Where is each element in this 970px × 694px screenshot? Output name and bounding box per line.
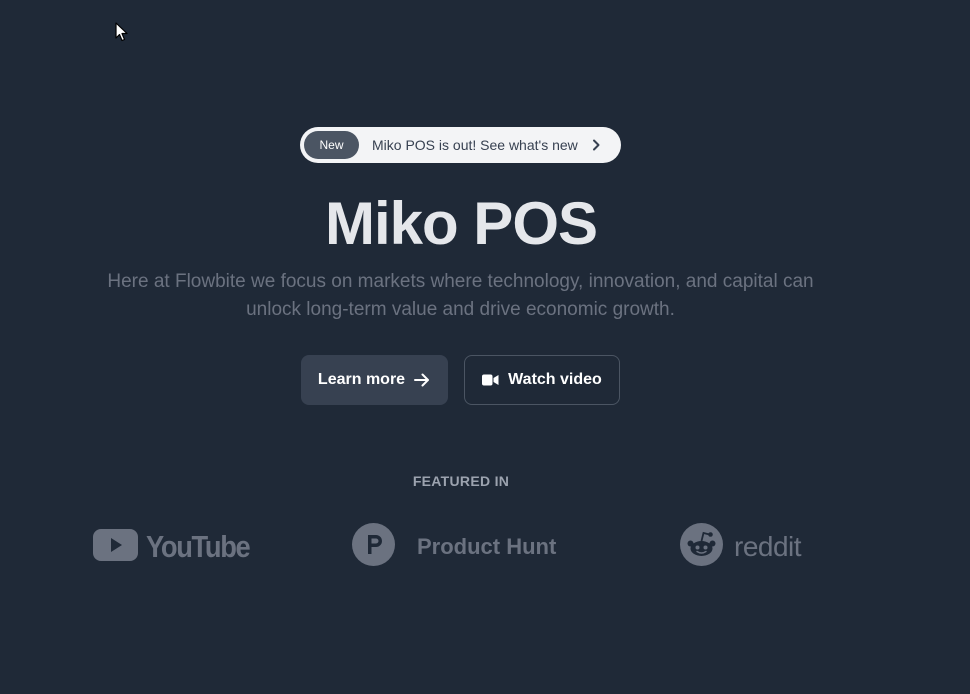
youtube-play-icon	[93, 528, 138, 566]
reddit-logo[interactable]: reddit	[680, 523, 802, 571]
youtube-wordmark: YouTube	[146, 529, 251, 564]
learn-more-button[interactable]: Learn more	[301, 355, 448, 405]
watch-video-label: Watch video	[508, 371, 602, 388]
youtube-logo[interactable]: YouTube	[93, 528, 264, 566]
hero-description: Here at Flowbite we focus on markets whe…	[107, 271, 814, 320]
watch-video-button[interactable]: Watch video	[464, 355, 620, 405]
chevron-right-icon	[589, 138, 603, 152]
new-badge: New	[304, 131, 359, 159]
featured-in-label: FEATURED IN	[412, 473, 510, 489]
hero-section: New Miko POS is out! See what's new Miko…	[0, 0, 970, 694]
page-title: Miko POS	[324, 190, 598, 257]
announcement-banner[interactable]: New Miko POS is out! See what's new	[300, 127, 621, 163]
video-camera-icon	[482, 374, 499, 386]
mouse-pointer-icon	[115, 22, 128, 42]
producthunt-logo[interactable]: Product Hunt	[352, 523, 557, 571]
reddit-wordmark: reddit	[734, 531, 802, 562]
producthunt-wordmark: Product Hunt	[417, 534, 557, 559]
learn-more-label: Learn more	[317, 371, 406, 388]
arrow-right-icon	[413, 372, 431, 388]
announcement-text: Miko POS is out! See what's new	[372, 137, 578, 153]
reddit-alien-icon	[680, 523, 723, 571]
producthunt-p-icon	[352, 523, 395, 571]
